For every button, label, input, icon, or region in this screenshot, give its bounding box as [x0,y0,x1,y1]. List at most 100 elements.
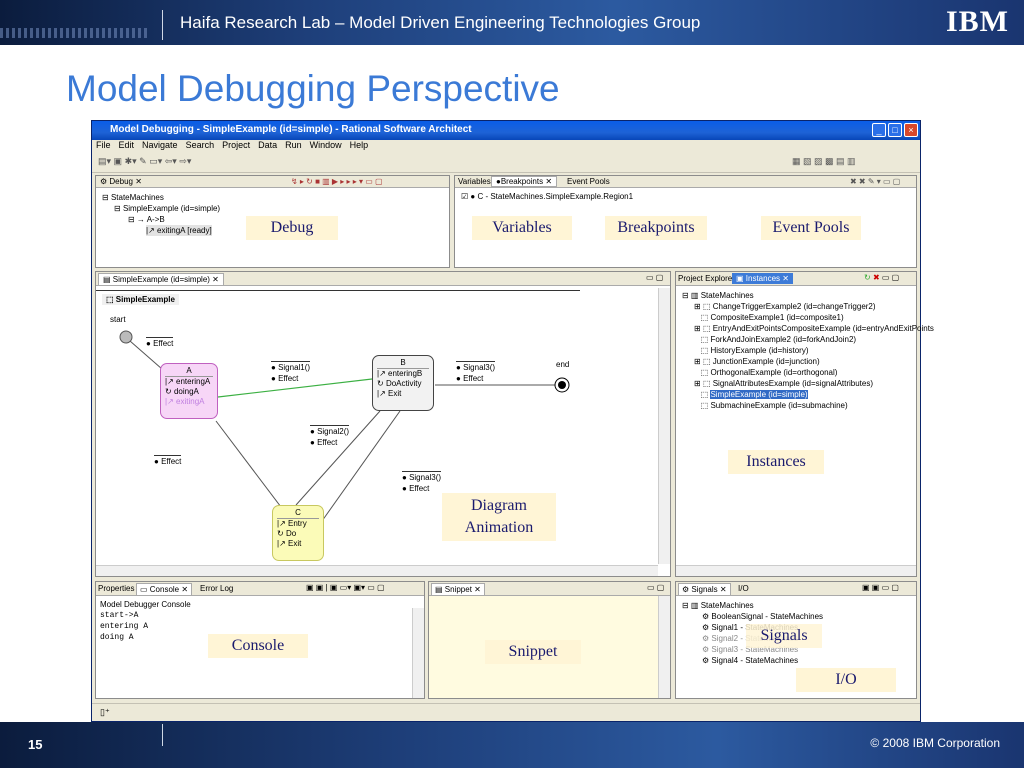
instance-item[interactable]: ⊞ ⬚ JunctionExample (id=junction) [694,356,820,367]
instance-item[interactable]: ⊞ ⬚ ChangeTriggerExample2 (id=changeTrig… [694,301,876,312]
instances-tab-bar: Project Explorer ▣ Instances ✕ ↻ ✖ ▭ ▢ [676,272,916,286]
menu-project[interactable]: Project [222,140,250,150]
variables-tab-bar: Variables ●Breakpoints ✕ Event Pools ✖ ✖… [455,176,916,188]
open-icon[interactable]: ▭▾ [149,156,162,166]
page-number: 15 [28,737,43,752]
back-icon[interactable]: ⇦▾ [165,156,177,166]
menu-file[interactable]: File [96,140,111,150]
main-toolbar: ▤▾ ▣ ✱▾ ✎ ▭▾ ⇦▾ ⇨▾ ▦ ▧ ▨ ▩ ▤ ▥ [92,153,920,173]
tab-variables[interactable]: Variables [458,177,491,186]
state-b-row: |↗ enteringB [377,369,423,378]
close-icon[interactable]: × [904,123,918,137]
save-icon[interactable]: ▣ [114,156,123,166]
footer-divider [162,724,163,746]
status-bar: ▯⁺ [92,703,920,721]
tab-instances[interactable]: ▣ Instances ✕ [732,273,793,284]
tab-signals[interactable]: ⚙ Signals ✕ [678,583,731,596]
instance-item[interactable]: ⬚ CompositeExample1 (id=composite1) [694,312,844,323]
diagram-animation-label: Diagram Animation [442,493,556,541]
debug-controls-icon[interactable]: ↯ ▸ ↻ ■ ▥ ▶ ▸ ▸ ▸ ▾ ▭ ▢ [291,177,383,186]
diagram-window-controls-icon[interactable]: ▭ ▢ [646,273,663,282]
tab-breakpoints[interactable]: ●Breakpoints ✕ [491,176,558,187]
console-vertical-scrollbar[interactable] [412,608,424,698]
diagram-tab-bar: ▤ SimpleExample (id=simple) ✕ ▭ ▢ [96,272,670,286]
effect-label: ● Effect [146,337,174,348]
tab-event-pools[interactable]: Event Pools [567,177,610,186]
snippet-vertical-scrollbar[interactable] [658,596,670,698]
transition-c-a[interactable] [215,420,285,512]
menu-search[interactable]: Search [186,140,215,150]
instances-label: Instances [728,450,824,474]
edit-icon[interactable]: ✎ [139,156,147,166]
tree-item[interactable]: ⊟ SimpleExample (id=simple) [114,203,220,214]
app-window: Model Debugging - SimpleExample (id=simp… [91,120,934,722]
state-a[interactable]: A |↗ enteringA ↻ doingA |↗ exitingA [160,363,218,419]
state-b[interactable]: B |↗ enteringB ↻ DoActivity |↗ Exit [372,355,434,411]
forward-icon[interactable]: ⇨▾ [179,156,191,166]
signal3-label: ● Signal3() ● Effect [456,361,496,383]
tab-snippet[interactable]: ▤ Snippet ✕ [431,583,485,596]
breakpoint-row[interactable]: ☑ ● C - StateMachines.SimpleExample.Regi… [461,191,633,202]
menu-help[interactable]: Help [350,140,369,150]
console-actions-icon[interactable]: ▣ ▣ | ▣ ▭▾ ▣▾ ▭ ▢ [306,583,385,592]
footer-banner: 15 © 2008 IBM Corporation [0,722,1024,768]
console-pane: Properties ▭ Console ✕ Error Log ▣ ▣ | ▣… [95,581,425,699]
tab-properties[interactable]: Properties [98,584,134,593]
copyright: © 2008 IBM Corporation [870,736,1000,750]
signal-item[interactable]: ⚙ Signal4 - StateMachines [702,655,798,666]
diagram-canvas[interactable]: ⬚ SimpleExample start end ● Effect ● Sig… [96,290,580,564]
variables-pane: Variables ●Breakpoints ✕ Event Pools ✖ ✖… [454,175,917,268]
new-icon[interactable]: ▤▾ [98,156,111,166]
menu-run[interactable]: Run [285,140,302,150]
header-title: Haifa Research Lab – Model Driven Engine… [180,13,701,32]
diagram-horizontal-scrollbar[interactable] [96,565,658,576]
instance-item-selected[interactable]: ⬚ SimpleExample (id=simple) [694,389,808,400]
tab-error-log[interactable]: Error Log [200,584,233,593]
state-b-row: ↻ DoActivity [377,379,422,388]
tab-debug[interactable]: ⚙ Debug ✕ [100,177,142,186]
state-a-row: |↗ enteringA [165,377,211,386]
diagram-vertical-scrollbar[interactable] [658,288,670,564]
console-line: doing A [100,633,134,642]
snippet-label: Snippet [485,640,581,664]
perspective-icons[interactable]: ▦ ▧ ▨ ▩ ▤ ▥ [792,156,856,167]
tab-diagram[interactable]: ▤ SimpleExample (id=simple) ✕ [98,273,224,286]
banner-pattern [0,28,150,38]
minimize-icon[interactable]: _ [872,123,886,137]
state-c[interactable]: C |↗ Entry ↻ Do |↗ Exit [272,505,324,561]
instance-item[interactable]: ⬚ HistoryExample (id=history) [694,345,809,356]
instance-item[interactable]: ⬚ ForkAndJoinExample2 (id=forkAndJoin2) [694,334,856,345]
status-icon[interactable]: ▯⁺ [100,707,110,717]
menu-data[interactable]: Data [258,140,277,150]
tree-item[interactable]: ⊟ → A->B [128,214,165,225]
instance-item[interactable]: ⬚ OrthogonalExample (id=orthogonal) [694,367,838,378]
maximize-icon[interactable]: □ [888,123,902,137]
menu-window[interactable]: Window [310,140,342,150]
signal2-label: ● Signal2() ● Effect [310,425,350,447]
instances-root[interactable]: ⊟ ▥ StateMachines [682,290,754,301]
page-title: Model Debugging Perspective [66,68,560,109]
instance-item[interactable]: ⊞ ⬚ EntryAndExitPointsCompositeExample (… [694,323,934,334]
instance-item[interactable]: ⬚ SubmachineExample (id=submachine) [694,400,848,411]
snippet-pane: ▤ Snippet ✕ ▭ ▢ Snippet [428,581,671,699]
console-line: start->A [100,611,139,620]
signals-tab-bar: ⚙ Signals ✕ I/O ▣ ▣ ▭ ▢ [676,582,916,596]
menu-navigate[interactable]: Navigate [142,140,178,150]
instances-actions-icon[interactable]: ↻ ✖ ▭ ▢ [864,273,899,282]
snippet-window-controls-icon[interactable]: ▭ ▢ [647,583,664,592]
tree-item[interactable]: ⊟ StateMachines [102,192,164,203]
snippet-tab-bar: ▤ Snippet ✕ ▭ ▢ [429,582,670,596]
tab-project-explorer[interactable]: Project Explorer [678,274,735,283]
tab-console[interactable]: ▭ Console ✕ [136,583,193,596]
signals-actions-icon[interactable]: ▣ ▣ ▭ ▢ [862,583,899,592]
instance-item[interactable]: ⊞ ⬚ SignalAttributesExample (id=signalAt… [694,378,873,389]
menu-edit[interactable]: Edit [119,140,135,150]
breakpoint-actions-icon[interactable]: ✖ ✖ ✎ ▾ ▭ ▢ [850,177,900,186]
tab-io[interactable]: I/O [738,584,749,593]
final-node-core [558,381,566,389]
tree-item-selected[interactable]: |↗ exitingA [ready] [146,225,212,236]
debug-run-icon[interactable]: ✱▾ [125,156,137,166]
signal-item[interactable]: ⚙ BooleanSignal - StateMachines [702,611,823,622]
instances-horizontal-scrollbar[interactable] [676,565,916,576]
signals-root[interactable]: ⊟ ▥ StateMachines [682,600,754,611]
